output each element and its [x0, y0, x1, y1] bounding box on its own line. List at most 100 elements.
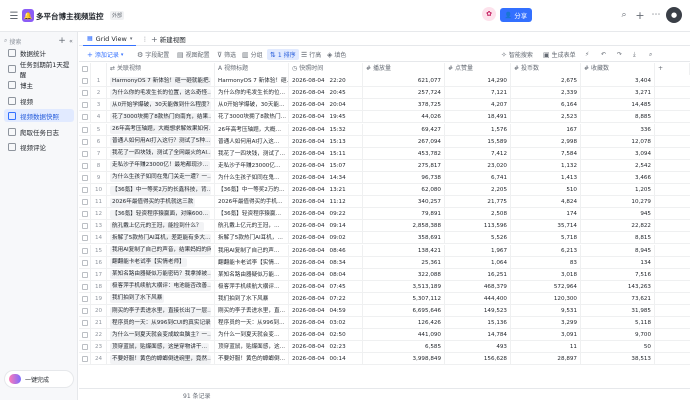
- table-row[interactable]: 17 某知名路由器疑似万能密码？我拿掉被… 某知名路由器疑似万能… 2026-08-0…: [79, 268, 690, 281]
- linked-record-chip[interactable]: 某知名路由器疑似万能密码？我拿掉被…: [110, 270, 211, 280]
- table-row[interactable]: 23 顶穿蓝鼠，贴爆面感，这是穿物讲干… 顶穿蓝鼠，贴爆面感，这… 2026-08-0…: [79, 341, 690, 354]
- video-title-cell[interactable]: 不要好服！黄色的蟑螂倒…: [215, 353, 289, 366]
- plays-cell[interactable]: 44,026: [363, 111, 445, 124]
- likes-cell[interactable]: 14,784: [445, 329, 511, 342]
- snapshot-time-cell[interactable]: 2026-08-04 09:02: [289, 232, 363, 245]
- video-title-cell[interactable]: 我用AI复制了自己的声…: [215, 244, 289, 257]
- plays-cell[interactable]: 96,738: [363, 171, 445, 184]
- row-checkbox[interactable]: [82, 199, 88, 206]
- favorites-cell[interactable]: 134: [581, 256, 655, 269]
- favorites-cell[interactable]: 3,271: [581, 87, 655, 100]
- coins-cell[interactable]: 83: [511, 256, 581, 269]
- likes-cell[interactable]: 149,523: [445, 305, 511, 317]
- video-title-cell[interactable]: 走私沙子年赚23000亿…: [215, 159, 289, 172]
- linked-record-chip[interactable]: 不要好服！黄色的蟑螂倒进碗里，竟然…: [110, 354, 211, 364]
- sidebar-item-reminder[interactable]: 任务到期前1天提醒: [4, 61, 74, 79]
- coins-cell[interactable]: 1,132: [511, 159, 581, 172]
- coins-cell[interactable]: 572,964: [511, 280, 581, 293]
- share-button[interactable]: 👤 分享: [500, 8, 532, 22]
- select-all-cell[interactable]: [79, 63, 91, 75]
- related-video-cell[interactable]: 不要好服！黄色的蟑螂倒进碗里，竟然…: [107, 353, 215, 366]
- likes-cell[interactable]: 5,526: [445, 232, 511, 245]
- row-select-cell[interactable]: [79, 280, 91, 293]
- row-checkbox[interactable]: [82, 308, 88, 314]
- table-row[interactable]: 7 我花了一四块钱，测试了全网最火的AI… 我花了一四块钱，测试了… 2026-08-…: [79, 147, 690, 160]
- table-row[interactable]: 8 走私沙子年赚23000亿！最地都现沙… 走私沙子年赚23000亿… 2026-08…: [79, 159, 690, 172]
- likes-cell[interactable]: 21,775: [445, 196, 511, 209]
- row-select-cell[interactable]: [79, 196, 91, 209]
- row-checkbox[interactable]: [82, 211, 88, 218]
- likes-cell[interactable]: 7,412: [445, 147, 511, 160]
- table-row[interactable]: 21 程序员的一天：从996到CUI的真实记录 程序员的一天：从996到… 2026-…: [79, 317, 690, 330]
- snapshot-time-cell[interactable]: 2026-08-04 08:34: [289, 256, 363, 269]
- related-video-cell[interactable]: 为什么生孩子如同在鬼门关走一遭？一…: [107, 171, 215, 184]
- video-title-cell[interactable]: 为什么你的毛发生长的位…: [215, 87, 289, 100]
- group-button[interactable]: ▥ 分组: [242, 49, 263, 60]
- related-video-cell[interactable]: 顶穿蓝鼠，贴爆面感，这是穿物讲干…: [107, 341, 215, 354]
- likes-cell[interactable]: 7,121: [445, 87, 511, 100]
- table-row[interactable]: 13 航孔戴上亿元的王冠，能捡到什么？ 航孔戴上亿元的王冠，… 2026-08-04 0…: [79, 220, 690, 233]
- related-video-cell[interactable]: 花了3000块拥了8款热门向南充，结果…: [107, 111, 215, 124]
- menu-icon[interactable]: ☰: [8, 10, 20, 22]
- likes-cell[interactable]: 156,628: [445, 353, 511, 366]
- more-views-icon[interactable]: ⋮: [141, 34, 149, 44]
- likes-cell[interactable]: 1,576: [445, 123, 511, 136]
- plays-cell[interactable]: 257,724: [363, 87, 445, 100]
- video-title-cell[interactable]: 为什么生孩子如同在鬼…: [215, 171, 289, 184]
- plays-cell[interactable]: 25,361: [363, 256, 445, 269]
- row-checkbox[interactable]: [82, 78, 88, 85]
- favorites-cell[interactable]: 12,078: [581, 135, 655, 148]
- favorites-cell[interactable]: 1,205: [581, 184, 655, 196]
- column-header-snapshot-time[interactable]: ◷ 快照时间: [289, 63, 363, 75]
- row-select-cell[interactable]: [79, 111, 91, 124]
- row-select-cell[interactable]: [79, 147, 91, 160]
- row-checkbox[interactable]: [82, 344, 88, 351]
- row-select-cell[interactable]: [79, 171, 91, 184]
- related-video-cell[interactable]: 刚买的李子丢进水里，直接长出了一层…: [107, 305, 215, 317]
- table-row[interactable]: 4 花了3000块拥了8款热门向南充，结果… 花了3000块拥了8款热门… 2026-…: [79, 111, 690, 124]
- coins-cell[interactable]: 4,824: [511, 196, 581, 209]
- likes-cell[interactable]: 2,205: [445, 184, 511, 196]
- coins-cell[interactable]: 510: [511, 184, 581, 196]
- generate-form-button[interactable]: ▣ 生成表单: [543, 49, 576, 60]
- linked-record-chip[interactable]: 为什么你的毛发生长的位置，这么奇怪…: [110, 88, 211, 98]
- related-video-cell[interactable]: 走私沙子年赚23000亿！最地都现沙…: [107, 159, 215, 172]
- favorites-cell[interactable]: 9,700: [581, 329, 655, 342]
- plays-cell[interactable]: 3,998,849: [363, 353, 445, 366]
- video-title-cell[interactable]: 翻翻能卡老试李【实情…: [215, 256, 289, 269]
- sidebar-item-video-snapshots[interactable]: 视频数据快照: [4, 109, 74, 122]
- row-checkbox[interactable]: [82, 332, 88, 339]
- add-table-icon[interactable]: +: [58, 36, 66, 46]
- likes-cell[interactable]: 16,251: [445, 268, 511, 281]
- row-checkbox[interactable]: [82, 114, 88, 121]
- redo-icon[interactable]: ↷: [617, 49, 622, 60]
- plays-cell[interactable]: 138,421: [363, 244, 445, 257]
- plays-cell[interactable]: 79,891: [363, 208, 445, 221]
- view-config-button[interactable]: ▤ 视图配置: [177, 49, 210, 60]
- snapshot-time-cell[interactable]: 2026-08-04 07:45: [289, 280, 363, 293]
- video-title-cell[interactable]: 【36氪】中一等奖2万的…: [215, 184, 289, 196]
- video-title-cell[interactable]: 为什么一到夏天就会变…: [215, 329, 289, 342]
- plays-cell[interactable]: 62,080: [363, 184, 445, 196]
- related-video-cell[interactable]: 为什么一到夏天就会变成蚊虫脑主？一…: [107, 329, 215, 342]
- column-header-favorites[interactable]: # 收藏数: [581, 63, 655, 75]
- favorites-cell[interactable]: 31,985: [581, 305, 655, 317]
- plays-cell[interactable]: 2,858,388: [363, 220, 445, 233]
- table-row[interactable]: 1 HarmonyOS 7 新体验！砸一砸就能把… HarmonyOS 7 新体验！…: [79, 75, 690, 88]
- plays-cell[interactable]: 267,094: [363, 135, 445, 148]
- linked-record-chip[interactable]: 极客萍手机续航大横评：电池能否改善…: [110, 282, 211, 292]
- row-select-cell[interactable]: [79, 329, 91, 342]
- table-row[interactable]: 6 普通人如何用AI打入这行？测试了5种… 普通人如何用AI打入这… 2026-08-…: [79, 135, 690, 148]
- table-row[interactable]: 22 为什么一到夏天就会变成蚊虫脑主？一… 为什么一到夏天就会变… 2026-08-0…: [79, 329, 690, 342]
- plays-cell[interactable]: 322,088: [363, 268, 445, 281]
- favorites-cell[interactable]: 38,513: [581, 353, 655, 366]
- video-title-cell[interactable]: 刚买的李子丢进水里，直…: [215, 305, 289, 317]
- related-video-cell[interactable]: 从0开始学爆破，30天能做到什么程度？: [107, 99, 215, 112]
- related-video-cell[interactable]: 程序员的一天：从996到CUI的真实记录: [107, 317, 215, 330]
- row-checkbox[interactable]: [82, 174, 88, 181]
- row-checkbox[interactable]: [82, 138, 88, 145]
- related-video-cell[interactable]: HarmonyOS 7 新体验！砸一砸就能把…: [107, 75, 215, 88]
- coins-cell[interactable]: 2,675: [511, 75, 581, 88]
- coins-cell[interactable]: 174: [511, 208, 581, 221]
- likes-cell[interactable]: 15,589: [445, 135, 511, 148]
